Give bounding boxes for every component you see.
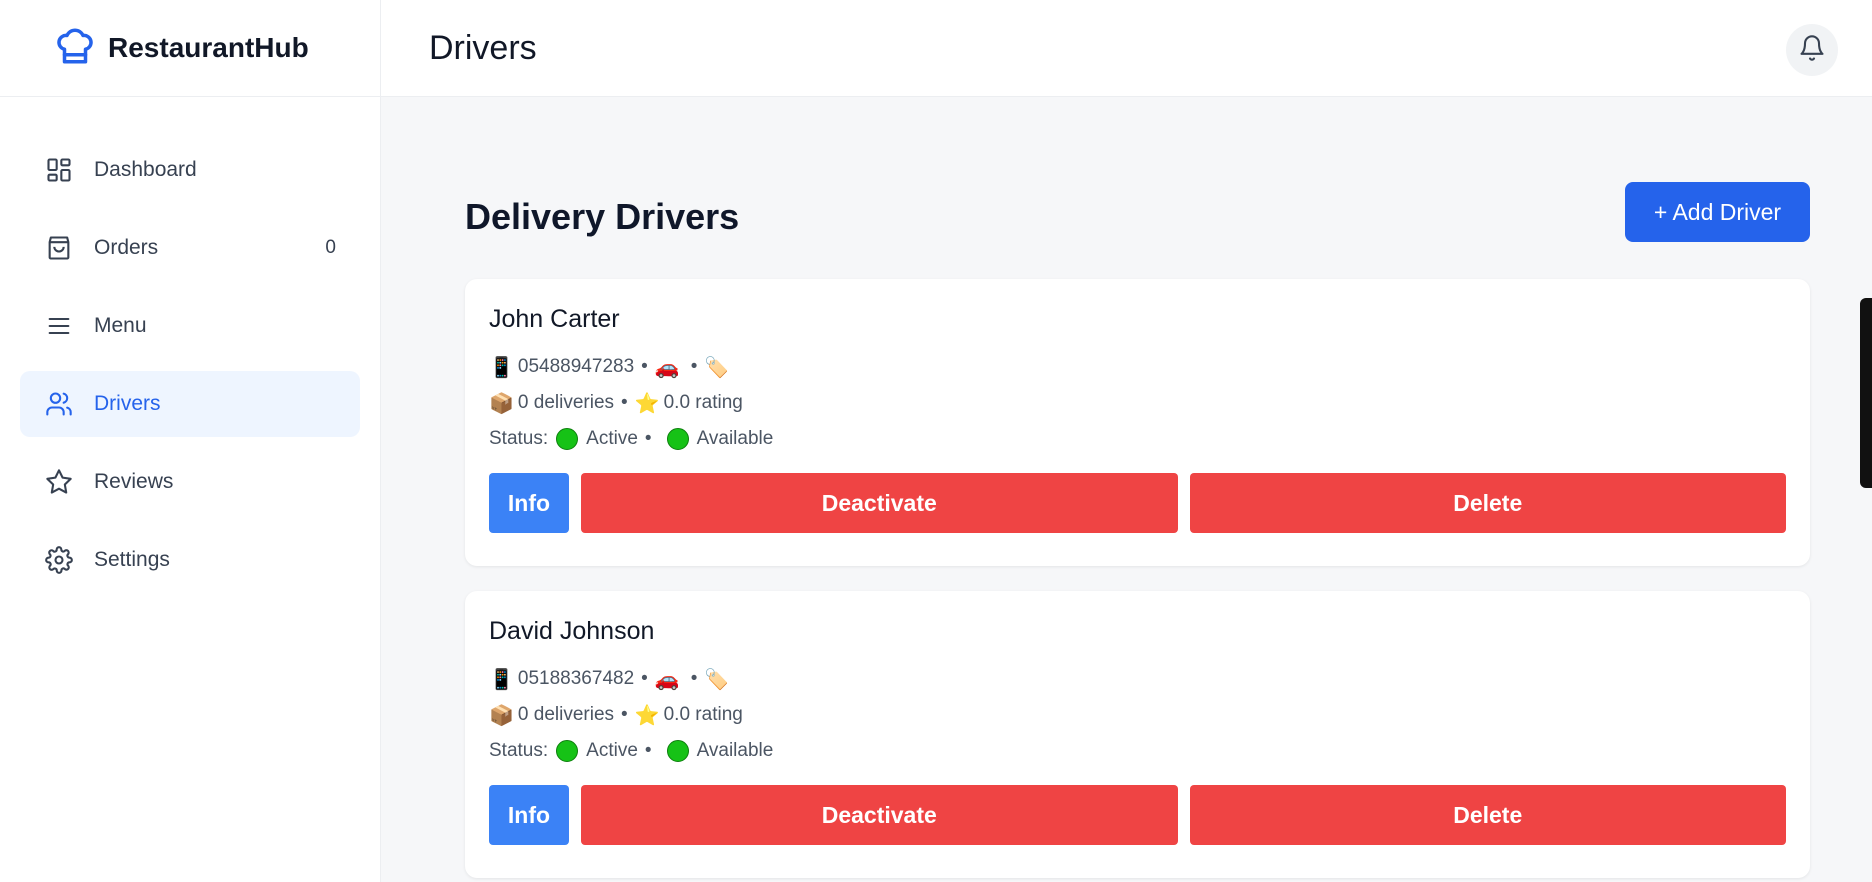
driver-contact-line: 📱 05488947283 • 🚗 • 🏷️ (489, 356, 730, 379)
package-icon: 📦 (489, 704, 514, 727)
driver-stats-line: 📦 0 deliveries • ⭐ 0.0 rating (489, 704, 743, 727)
driver-status: Active (586, 740, 638, 761)
sidebar-item-menu[interactable]: Menu (20, 293, 360, 359)
page-title: Drivers (429, 28, 537, 67)
add-driver-button[interactable]: + Add Driver (1625, 182, 1810, 242)
driver-card: John Carter 📱 05488947283 • 🚗 • 🏷️ 📦 0 d… (465, 279, 1810, 566)
driver-name: John Carter (489, 305, 620, 333)
green-circle-icon (556, 740, 579, 762)
sidebar-nav: Dashboard Orders 0 Menu Drivers Reviews … (0, 137, 380, 593)
brand[interactable]: RestaurantHub (0, 0, 380, 97)
section-header: Delivery Drivers + Add Driver (465, 182, 1810, 242)
car-icon: 🚗 (654, 668, 680, 691)
green-circle-icon (556, 428, 579, 450)
sidebar-item-label: Reviews (94, 470, 174, 493)
sidebar-item-dashboard[interactable]: Dashboard (20, 137, 360, 203)
rating-star-icon: ⭐ (634, 392, 660, 415)
notifications-button[interactable] (1786, 24, 1838, 76)
driver-status: Active (586, 428, 638, 449)
driver-phone: 05488947283 (517, 356, 635, 377)
topbar: Drivers (381, 0, 1872, 97)
tag-icon: 🏷️ (704, 668, 730, 691)
section-heading: Delivery Drivers (465, 196, 740, 237)
green-circle-icon (666, 428, 689, 450)
driver-stats-line: 📦 0 deliveries • ⭐ 0.0 rating (489, 392, 743, 415)
driver-status-line: Status: Active • Available (489, 740, 774, 762)
driver-actions: Info Deactivate Delete (489, 473, 1786, 533)
star-icon (44, 467, 74, 497)
driver-contact-line: 📱 05188367482 • 🚗 • 🏷️ (489, 668, 730, 691)
sidebar-item-label: Settings (94, 548, 170, 571)
sidebar-item-label: Menu (94, 314, 147, 337)
users-icon (44, 389, 74, 419)
car-icon: 🚗 (654, 356, 680, 379)
sidebar-item-settings[interactable]: Settings (20, 527, 360, 593)
sidebar-item-label: Orders (94, 236, 159, 259)
driver-name: David Johnson (489, 617, 655, 645)
brand-name: RestaurantHub (108, 32, 309, 63)
driver-availability: Available (696, 428, 774, 449)
status-prefix: Status: (489, 740, 549, 761)
delete-button[interactable]: Delete (1189, 473, 1786, 533)
main-content: Delivery Drivers + Add Driver John Carte… (465, 182, 1810, 878)
grid-icon (44, 155, 74, 185)
info-button[interactable]: Info (489, 785, 569, 845)
sidebar-item-drivers[interactable]: Drivers (20, 371, 360, 437)
driver-rating: 0.0 (663, 392, 691, 413)
driver-actions: Info Deactivate Delete (489, 785, 1786, 845)
tag-icon: 🏷️ (704, 356, 730, 379)
sidebar: RestaurantHub Dashboard Orders 0 Menu Dr… (0, 0, 381, 882)
deliveries-label: deliveries (533, 392, 615, 413)
deactivate-button[interactable]: Deactivate (581, 785, 1178, 845)
deactivate-button[interactable]: Deactivate (581, 473, 1178, 533)
rating-star-icon: ⭐ (634, 704, 660, 727)
package-icon: 📦 (489, 392, 514, 415)
sidebar-item-label: Dashboard (94, 158, 197, 181)
shopping-bag-icon (44, 233, 74, 263)
delete-button[interactable]: Delete (1189, 785, 1786, 845)
sidebar-item-reviews[interactable]: Reviews (20, 449, 360, 515)
gear-icon (44, 545, 74, 575)
phone-icon: 📱 (489, 668, 514, 691)
green-circle-icon (666, 740, 689, 762)
deliveries-label: deliveries (533, 704, 615, 725)
side-toolbar-handle[interactable] (1860, 298, 1872, 488)
status-prefix: Status: (489, 428, 549, 449)
driver-deliveries: 0 (517, 392, 529, 413)
driver-status-line: Status: Active • Available (489, 428, 774, 450)
driver-rating: 0.0 (663, 704, 691, 725)
driver-availability: Available (696, 740, 774, 761)
phone-icon: 📱 (489, 356, 514, 379)
info-button[interactable]: Info (489, 473, 569, 533)
sidebar-item-orders[interactable]: Orders 0 (20, 215, 360, 281)
sidebar-item-label: Drivers (94, 392, 161, 415)
bell-icon (1798, 34, 1826, 67)
driver-phone: 05188367482 (517, 668, 635, 689)
chef-hat-icon (54, 25, 96, 72)
orders-count-badge: 0 (325, 237, 336, 258)
rating-label: rating (695, 392, 743, 413)
rating-label: rating (695, 704, 743, 725)
driver-deliveries: 0 (517, 704, 529, 725)
menu-icon (44, 311, 74, 341)
driver-card: David Johnson 📱 05188367482 • 🚗 • 🏷️ 📦 0… (465, 591, 1810, 878)
